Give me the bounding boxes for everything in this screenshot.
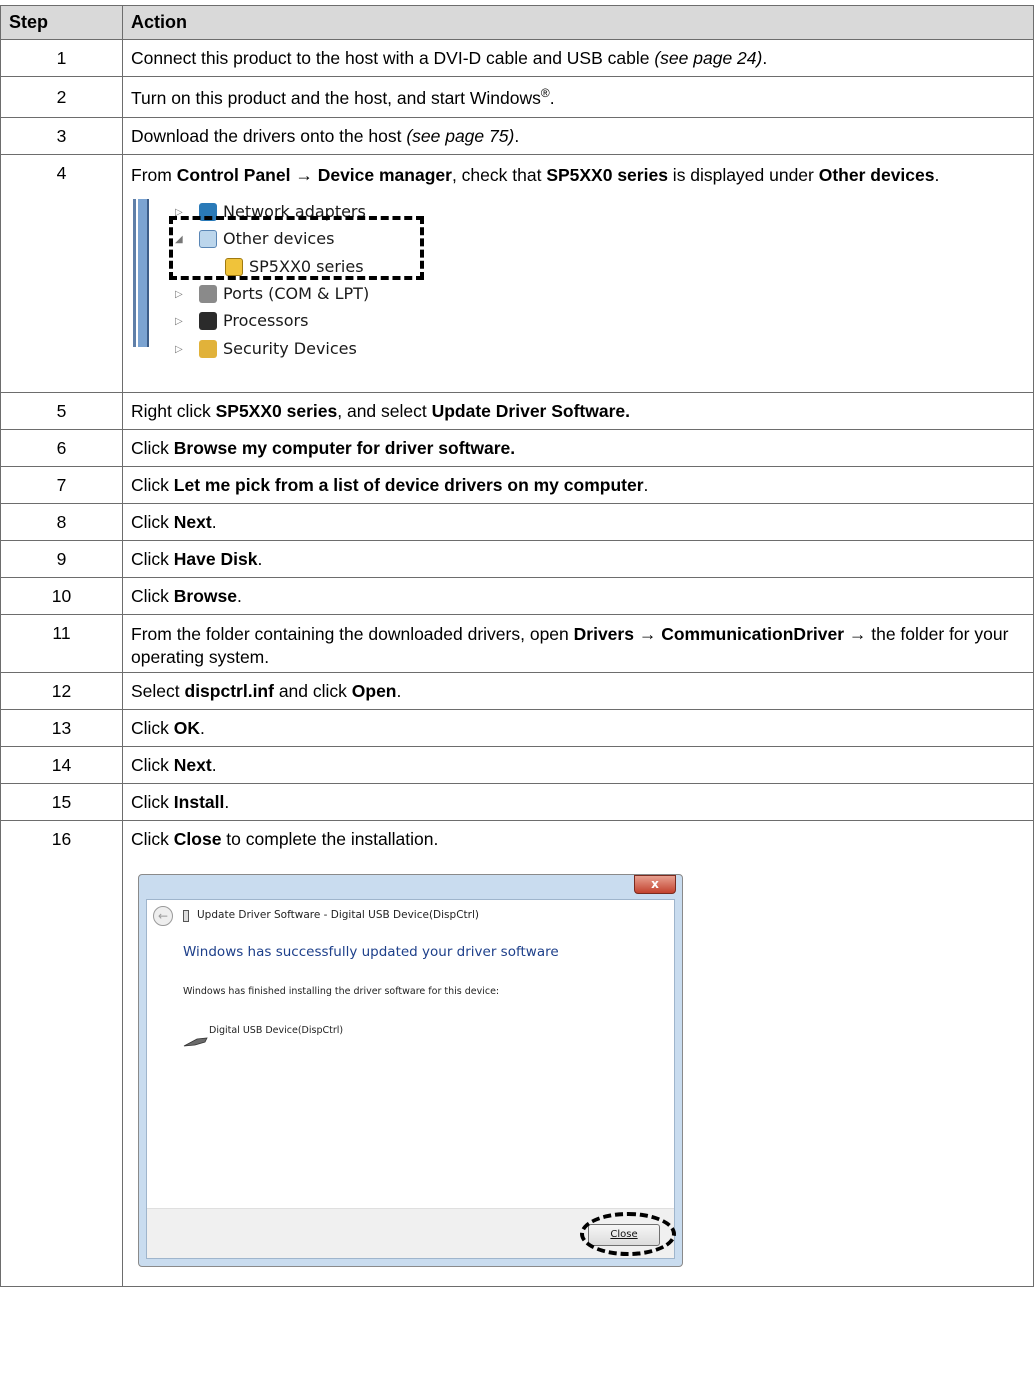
step-number: 13: [0, 709, 123, 747]
back-arrow-icon[interactable]: ←: [153, 906, 173, 926]
table-row: 1 Connect this product to the host with …: [0, 39, 1034, 77]
page-reference: (see page 24): [654, 47, 763, 68]
table-row: 11 From the folder containing the downlo…: [0, 614, 1034, 673]
step-action: From the folder containing the downloade…: [122, 614, 1034, 673]
step-number: 10: [0, 577, 123, 615]
step-number: 1: [0, 39, 123, 77]
step-number: 12: [0, 672, 123, 710]
table-row: 10 Click Browse.: [0, 577, 1034, 615]
step-action: Click Close to complete the installation…: [122, 820, 1034, 1287]
step-action: Click Next.: [122, 503, 1034, 541]
dialog-info-text: Windows has finished installing the driv…: [183, 986, 500, 997]
table-row: 15 Click Install.: [0, 783, 1034, 821]
window-edge: [133, 199, 151, 347]
step-action: Click Have Disk.: [122, 540, 1034, 578]
step-number: 6: [0, 429, 123, 467]
port-icon: [199, 285, 217, 303]
processor-icon: [199, 312, 217, 330]
registered-mark: ®: [540, 85, 550, 100]
step-action: Turn on this product and the host, and s…: [122, 76, 1034, 118]
table-row: 16 Click Close to complete the installat…: [0, 820, 1034, 1287]
device-name: Digital USB Device(DispCtrl): [209, 1025, 344, 1036]
highlight-dashed-ring: [580, 1212, 676, 1256]
table-row: 3 Download the drivers onto the host (se…: [0, 117, 1034, 155]
step-action: Click Next.: [122, 746, 1034, 784]
dialog-content: ← Update Driver Software - Digital USB D…: [146, 899, 676, 1259]
dialog-footer: Close: [147, 1208, 676, 1258]
page-reference: (see page 75): [406, 125, 515, 146]
step-action: Download the drivers onto the host (see …: [122, 117, 1034, 155]
table-row: 5 Right click SP5XX0 series, and select …: [0, 392, 1034, 430]
step-number: 2: [0, 76, 123, 118]
step-action: Click Browse.: [122, 577, 1034, 615]
dialog-close-x-button[interactable]: x: [634, 875, 676, 894]
step-action: Click OK.: [122, 709, 1034, 747]
usb-cable-icon: [183, 1037, 208, 1047]
tree-item-ports: Ports (COM & LPT): [223, 284, 370, 303]
table-row: 9 Click Have Disk.: [0, 540, 1034, 578]
table-row: 12 Select dispctrl.inf and click Open.: [0, 672, 1034, 710]
table-row: 6 Click Browse my computer for driver so…: [0, 429, 1034, 467]
step-number: 4: [0, 154, 123, 393]
update-driver-dialog-screenshot: x ← Update Driver Software - Digital USB…: [138, 874, 683, 1267]
table-row: 8 Click Next.: [0, 503, 1034, 541]
step-number: 3: [0, 117, 123, 155]
header-action: Action: [122, 5, 1034, 40]
table-row: 7 Click Let me pick from a list of devic…: [0, 466, 1034, 504]
security-key-icon: [199, 340, 217, 358]
step-action: Click Browse my computer for driver soft…: [122, 429, 1034, 467]
header-step: Step: [0, 5, 123, 40]
dialog-headline: Windows has successfully updated your dr…: [183, 944, 559, 960]
step-action: From Control Panel → Device manager, che…: [122, 154, 1034, 393]
step-action: Right click SP5XX0 series, and select Up…: [122, 392, 1034, 430]
table-row: 13 Click OK.: [0, 709, 1034, 747]
table-row: 2 Turn on this product and the host, and…: [0, 76, 1034, 118]
device-manager-screenshot: ▷ Network adapters ◢ Other devices SP5XX…: [133, 199, 433, 358]
steps-table: Step Action 1 Connect this product to th…: [0, 5, 1034, 1287]
table-row: 4 From Control Panel → Device manager, c…: [0, 154, 1034, 393]
step-number: 11: [0, 614, 123, 673]
step-action: Connect this product to the host with a …: [122, 39, 1034, 77]
step-number: 8: [0, 503, 123, 541]
usb-device-icon: [183, 910, 189, 922]
step-action: Select dispctrl.inf and click Open.: [122, 672, 1034, 710]
step-number: 15: [0, 783, 123, 821]
step-number: 9: [0, 540, 123, 578]
table-row: 14 Click Next.: [0, 746, 1034, 784]
dialog-title: Update Driver Software - Digital USB Dev…: [197, 909, 479, 921]
highlight-dashed-box: [169, 216, 424, 280]
step-number: 7: [0, 466, 123, 504]
step-number: 5: [0, 392, 123, 430]
tree-item-security-devices: Security Devices: [223, 339, 357, 358]
step-number: 14: [0, 746, 123, 784]
step-action: Click Install.: [122, 783, 1034, 821]
step-action: Click Let me pick from a list of device …: [122, 466, 1034, 504]
step-number: 16: [0, 820, 123, 1287]
tree-item-processors: Processors: [223, 311, 309, 330]
